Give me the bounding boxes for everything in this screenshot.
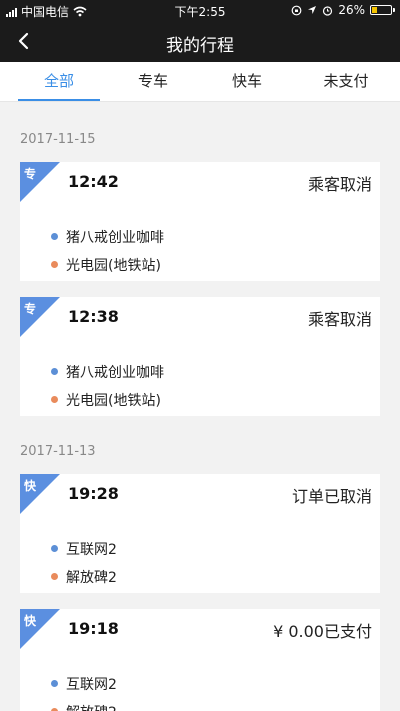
end-location: 光电园(地铁站) (66, 393, 161, 409)
trip-time: 19:18 (68, 619, 119, 638)
trip-status: ¥ 0.00已支付 (273, 622, 372, 641)
trip-status: 订单已取消 (291, 487, 372, 506)
tab-bar: 全部 专车 快车 未支付 (0, 62, 400, 102)
service-type-label: 快 (24, 614, 37, 628)
start-location: 猪八戒创业咖啡 (66, 365, 164, 381)
battery-icon (370, 5, 395, 15)
trip-card[interactable]: 专 12:38 乘客取消 猪八戒创业咖啡 光电园(地铁站) (20, 297, 380, 416)
trip-card[interactable]: 快 19:28 订单已取消 互联网2 解放碑2 (20, 474, 380, 593)
rotation-lock-icon (291, 5, 302, 15)
status-right: 26% (291, 3, 395, 17)
start-location: 互联网2 (66, 677, 117, 693)
trip-status: 乘客取消 (307, 175, 372, 194)
start-dot-icon (51, 368, 58, 375)
trip-time: 12:38 (68, 307, 119, 326)
trip-card[interactable]: 专 12:42 乘客取消 猪八戒创业咖啡 光电园(地铁站) (20, 162, 380, 281)
end-location: 解放碑2 (66, 570, 117, 586)
tab-express[interactable]: 快车 (197, 62, 297, 102)
start-location: 猪八戒创业咖啡 (66, 230, 164, 246)
page-title: 我的行程 (166, 36, 234, 56)
tab-premier[interactable]: 专车 (103, 62, 203, 102)
tab-all[interactable]: 全部 (9, 62, 109, 102)
start-location: 互联网2 (66, 542, 117, 558)
active-tab-indicator (18, 99, 100, 101)
date-header: 2017-11-15 (20, 132, 96, 147)
battery-percent: 26% (338, 3, 365, 17)
status-bar: 中国电信 下午2:55 26% (0, 0, 400, 20)
trip-card[interactable]: 快 19:18 ¥ 0.00已支付 互联网2 解放碑2 (20, 609, 380, 711)
alarm-icon (323, 5, 333, 16)
start-dot-icon (51, 680, 58, 687)
start-dot-icon (51, 233, 58, 240)
end-location: 光电园(地铁站) (66, 258, 161, 274)
nav-bar: 我的行程 (0, 20, 400, 62)
location-icon (308, 6, 317, 14)
trip-status: 乘客取消 (307, 310, 372, 329)
trip-time: 12:42 (68, 172, 119, 191)
end-location: 解放碑2 (66, 702, 117, 711)
end-dot-icon (51, 261, 58, 268)
start-dot-icon (51, 545, 58, 552)
service-type-label: 专 (24, 167, 37, 181)
end-dot-icon (51, 396, 58, 403)
trip-time: 19:28 (68, 484, 119, 503)
end-dot-icon (51, 573, 58, 580)
service-type-label: 快 (24, 479, 37, 493)
service-type-label: 专 (24, 302, 37, 316)
date-header: 2017-11-13 (20, 444, 96, 459)
tab-unpaid[interactable]: 未支付 (296, 62, 396, 102)
